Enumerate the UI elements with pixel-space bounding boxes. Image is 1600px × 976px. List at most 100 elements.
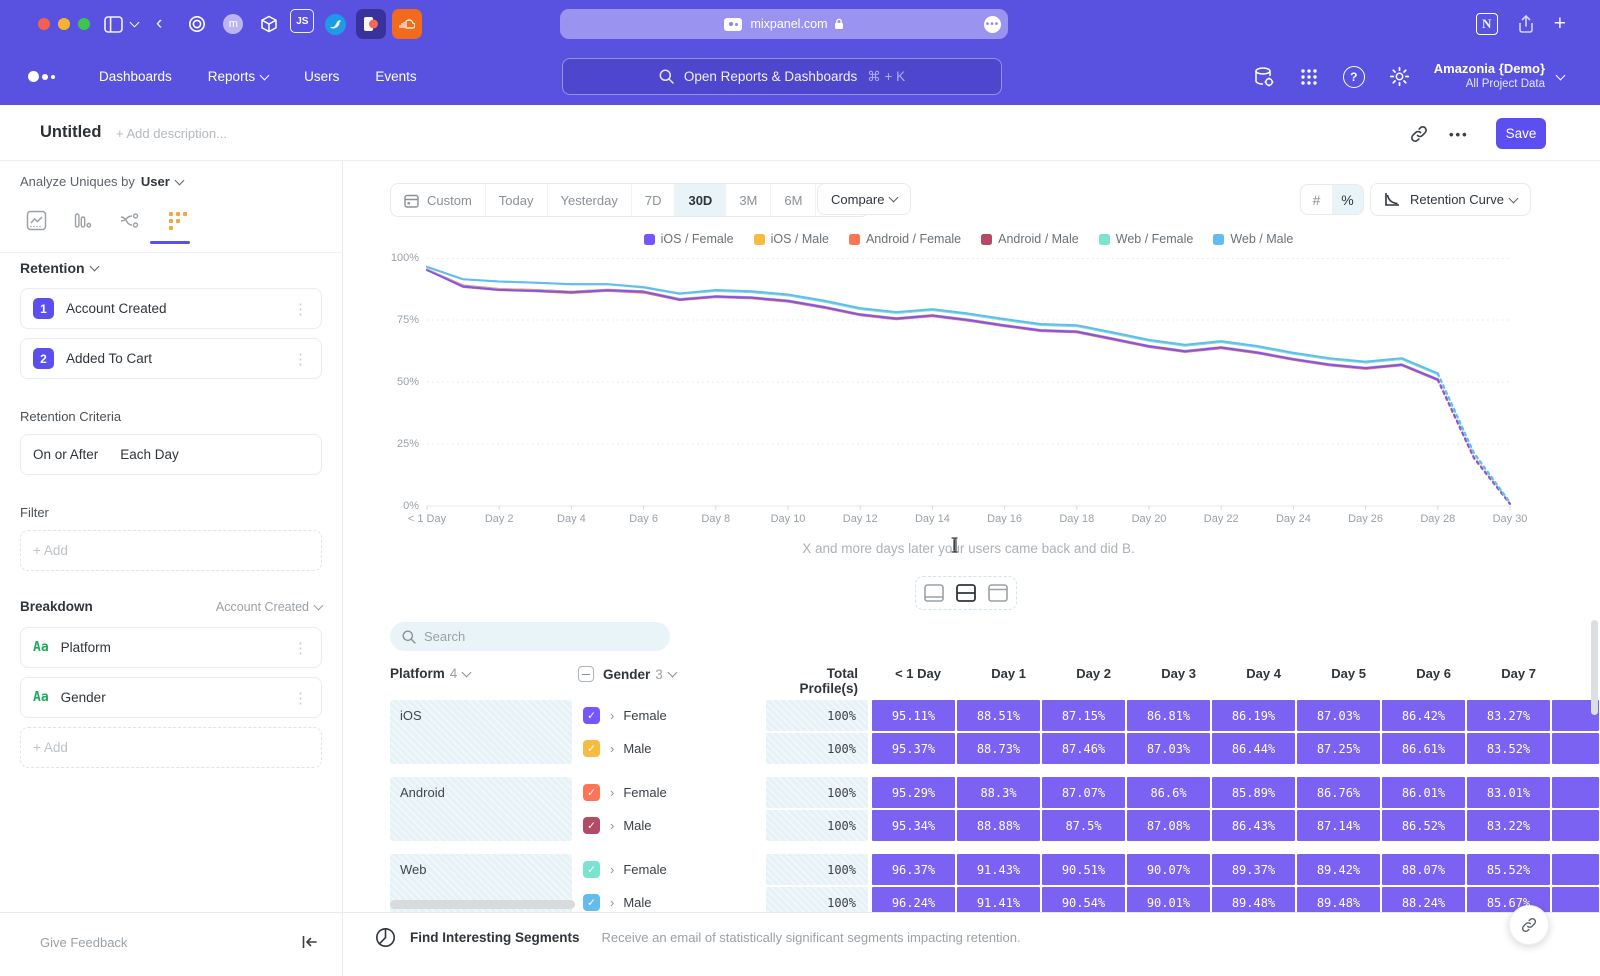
retention-value-cell[interactable]: 86.42% [1382,700,1465,731]
expand-row-icon[interactable]: › [610,785,614,800]
gender-cell[interactable]: ✓›Male [583,733,763,764]
retention-value-cell[interactable]: 87.5% [1042,810,1125,841]
absolute-numbers-toggle[interactable]: # [1301,184,1332,215]
extension-js-icon[interactable]: JS [290,9,314,33]
retention-value-cell[interactable]: 87.08% [1127,810,1210,841]
retention-value-cell[interactable]: 87.07% [1042,777,1125,808]
gender-select-all-checkbox[interactable] [578,666,594,682]
series-checkbox[interactable]: ✓ [583,784,600,801]
tab-retention-icon[interactable] [168,211,188,231]
retention-value-cell[interactable]: 88.3% [957,777,1040,808]
day-column-header[interactable]: Day 6 [1382,666,1451,681]
legend-item[interactable]: Web / Female [1099,232,1194,246]
step-options-icon[interactable]: ⋮ [293,350,309,368]
browser-sidebar-toggle-icon[interactable] [104,16,138,33]
retention-step-1[interactable]: 1 Account Created ⋮ [20,288,322,329]
expand-row-icon[interactable]: › [610,818,614,833]
retention-value-cell[interactable]: 86.19% [1212,700,1295,731]
extension-cube-icon[interactable] [254,9,284,39]
extension-bird-icon[interactable] [320,9,350,39]
retention-value-cell[interactable]: 88.07% [1382,854,1465,885]
table-search-input[interactable]: Search [390,622,670,651]
add-filter-button[interactable]: + Add [20,530,322,571]
criteria-value[interactable]: Each Day [120,447,179,462]
global-search-input[interactable]: Open Reports & Dashboards ⌘ + K [562,58,1002,95]
browser-back-icon[interactable]: ‹ [156,13,162,35]
chart-view-selector[interactable]: Retention Curve [1370,183,1531,216]
breakdown-scope-dropdown[interactable]: Account Created [216,600,322,614]
retention-value-cell[interactable]: 90.01% [1127,887,1210,912]
retention-value-cell[interactable]: 89.42% [1297,854,1380,885]
mixpanel-logo-icon[interactable] [28,71,55,82]
retention-value-cell[interactable]: 90.07% [1127,854,1210,885]
legend-item[interactable]: Android / Female [849,232,961,246]
extension-mixpanel-icon[interactable] [356,9,386,39]
gender-cell[interactable]: ✓›Female [583,854,763,885]
retention-value-cell[interactable]: 87.14% [1297,810,1380,841]
day-column-header[interactable]: Day 2 [1042,666,1111,681]
retention-value-cell[interactable]: 90.54% [1042,887,1125,912]
retention-value-cell[interactable]: 95.34% [872,810,955,841]
retention-value-cell[interactable]: 83.27% [1467,700,1550,731]
retention-value-cell[interactable]: 87.46% [1042,733,1125,764]
retention-value-cell[interactable]: 91.43% [957,854,1040,885]
retention-line-chart[interactable] [427,258,1510,506]
series-checkbox[interactable]: ✓ [583,740,600,757]
retention-value-cell[interactable]: 86.01% [1382,777,1465,808]
legend-item[interactable]: iOS / Female [644,232,734,246]
day-column-header[interactable]: Day 3 [1127,666,1196,681]
retention-value-cell[interactable]: 89.37% [1212,854,1295,885]
gender-cell[interactable]: ✓›Male [583,887,763,912]
retention-section-label[interactable]: Retention [20,260,85,276]
new-tab-icon[interactable]: + [1554,12,1566,36]
retention-value-cell[interactable]: 87.03% [1297,700,1380,731]
breakdown-platform[interactable]: Aa Platform ⋮ [20,627,322,668]
gender-cell[interactable]: ✓›Male [583,810,763,841]
day-column-header[interactable]: Day 5 [1297,666,1366,681]
retention-value-cell[interactable]: 87.25% [1297,733,1380,764]
retention-value-cell[interactable]: 85.52% [1467,854,1550,885]
share-icon[interactable] [1518,15,1534,33]
retention-value-cell[interactable]: 86.44% [1212,733,1295,764]
retention-value-cell[interactable]: 86.6% [1127,777,1210,808]
retention-value-cell[interactable]: 86.52% [1382,810,1465,841]
collapse-sidebar-icon[interactable] [302,935,318,949]
more-options-icon[interactable]: ••• [1449,127,1469,142]
data-management-icon[interactable] [1253,66,1275,88]
retention-value-cell[interactable]: 86.76% [1297,777,1380,808]
retention-value-cell[interactable]: 88.88% [957,810,1040,841]
retention-value-cell[interactable]: 86.61% [1382,733,1465,764]
legend-item[interactable]: Web / Male [1213,232,1293,246]
legend-item[interactable]: Android / Male [981,232,1079,246]
day-column-header[interactable]: Day 4 [1212,666,1281,681]
series-checkbox[interactable]: ✓ [583,894,600,911]
step-options-icon[interactable]: ⋮ [293,300,309,318]
retention-value-cell[interactable]: 96.37% [872,854,955,885]
browser-url-bar[interactable]: mixpanel.com ••• [560,9,1008,39]
extension-circle-icon[interactable] [182,9,212,39]
nav-item-users[interactable]: Users [304,69,339,84]
range-7d[interactable]: 7D [631,184,675,216]
series-checkbox[interactable]: ✓ [583,861,600,878]
platform-cell[interactable]: iOS [390,700,572,764]
retention-value-cell[interactable]: 89.48% [1212,887,1295,912]
range-3m[interactable]: 3M [725,184,770,216]
expand-row-icon[interactable]: › [610,895,614,910]
retention-value-cell[interactable]: 90.51% [1042,854,1125,885]
add-breakdown-button[interactable]: + Add [20,727,322,768]
retention-value-cell[interactable]: 83.52% [1467,733,1550,764]
retention-step-2[interactable]: 2 Added To Cart ⋮ [20,338,322,379]
notion-tab-icon[interactable]: N [1476,13,1498,35]
settings-gear-icon[interactable] [1389,66,1410,87]
gender-cell[interactable]: ✓›Female [583,777,763,808]
breakdown-options-icon[interactable]: ⋮ [293,689,309,707]
apps-grid-icon[interactable] [1299,67,1319,87]
copy-link-icon[interactable] [1410,125,1428,143]
total-profiles-column-header[interactable]: Total Profile(s) [766,666,858,696]
floating-share-button[interactable] [1509,905,1549,945]
close-window-button[interactable] [38,18,50,30]
tab-funnels-icon[interactable] [74,210,92,231]
range-today[interactable]: Today [485,184,547,216]
add-description-field[interactable]: + Add description... [116,126,227,141]
give-feedback-link[interactable]: Give Feedback [40,935,127,950]
